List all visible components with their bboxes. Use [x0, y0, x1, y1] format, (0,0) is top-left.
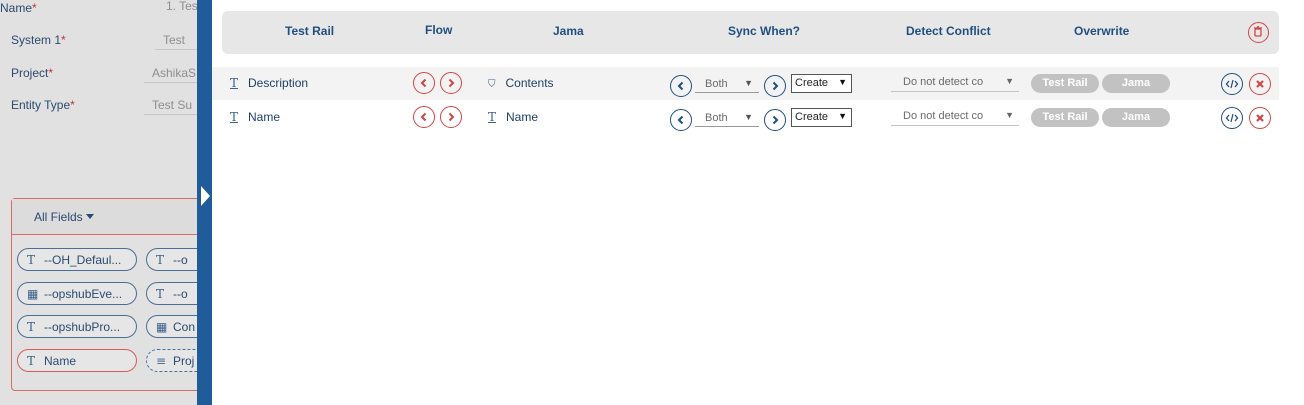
- project-label: Project*: [11, 66, 54, 80]
- header-target: Jama: [553, 24, 584, 38]
- system-label: System 1*: [11, 33, 66, 47]
- sync-right-button[interactable]: [764, 109, 786, 131]
- form-row-system: System 1* Test: [0, 30, 197, 50]
- header-source: Test Rail: [285, 24, 335, 38]
- text-field-icon: T: [27, 253, 36, 267]
- chevron-left-icon: [677, 81, 684, 91]
- chevron-right-icon: [448, 112, 455, 122]
- field-selection-panel: Name* 1. Test System 1* Test Project* As…: [0, 0, 197, 405]
- text-field-icon: T: [488, 110, 497, 124]
- list-icon: ≡: [156, 354, 167, 368]
- form-row-name: Name* 1. Test: [0, 0, 197, 20]
- fields-box: All Fields T --OH_Defaul... T --o ▦ --opshu…: [11, 198, 197, 391]
- field-pill[interactable]: ≡ Proj: [146, 349, 197, 372]
- close-icon: [1256, 80, 1264, 88]
- sync-right-button[interactable]: [764, 75, 786, 97]
- text-field-icon: T: [230, 76, 239, 90]
- sync-event-select[interactable]: Create ▼: [791, 108, 852, 127]
- calendar-icon: ▦: [156, 320, 168, 334]
- mapping-row: T Name T Name Both ▼ Create ▼ Do not detect …: [212, 101, 1279, 134]
- project-field[interactable]: AshikaS: [144, 63, 197, 83]
- trash-icon: [1254, 26, 1262, 37]
- collapse-arrow-icon[interactable]: [201, 186, 210, 206]
- name-label: Name*: [0, 1, 37, 15]
- system-field[interactable]: Test: [155, 30, 197, 50]
- field-pill[interactable]: T --opshubPro...: [17, 315, 137, 338]
- sync-left-button[interactable]: [670, 109, 692, 131]
- name-field[interactable]: 1. Test: [158, 0, 197, 16]
- source-field-cell: T Name: [230, 110, 281, 124]
- sync-direction-select[interactable]: Both ▼: [695, 73, 759, 93]
- html-field-icon: ⛉: [488, 79, 496, 90]
- sync-left-button[interactable]: [670, 75, 692, 97]
- overwrite-testrail-toggle[interactable]: Test Rail: [1031, 108, 1099, 127]
- flow-right-button[interactable]: [440, 72, 462, 94]
- flow-left-button[interactable]: [413, 72, 435, 94]
- chevron-left-icon: [420, 78, 427, 88]
- target-field-cell: ⛉ Contents: [488, 76, 554, 90]
- sync-event-select[interactable]: Create ▼: [791, 74, 852, 93]
- text-field-icon: T: [230, 110, 239, 124]
- entity-type-label: Entity Type*: [11, 98, 75, 112]
- dropdown-arrow-icon: ▼: [744, 78, 753, 88]
- fields-header: All Fields: [12, 199, 197, 235]
- field-pill-selected[interactable]: T Name: [17, 349, 137, 372]
- advanced-script-button[interactable]: [1221, 73, 1243, 95]
- remove-row-button[interactable]: [1249, 107, 1271, 129]
- panel-divider: [197, 0, 212, 405]
- chevron-right-icon: [772, 115, 779, 125]
- chevron-right-icon: [772, 81, 779, 91]
- chevron-left-icon: [420, 112, 427, 122]
- entity-type-field[interactable]: Test Su: [144, 95, 197, 115]
- field-pill[interactable]: T --o: [146, 248, 197, 271]
- text-field-icon: T: [27, 320, 36, 334]
- dropdown-arrow-icon: ▼: [838, 111, 847, 121]
- detect-conflict-select[interactable]: Do not detect co ▼: [891, 106, 1019, 126]
- chevron-right-icon: [448, 78, 455, 88]
- delete-all-button[interactable]: [1248, 22, 1269, 43]
- mapping-table-header: Test Rail Flow Jama Sync When? Detect Co…: [222, 11, 1279, 54]
- code-icon: [1225, 113, 1239, 123]
- overwrite-testrail-toggle[interactable]: Test Rail: [1031, 74, 1099, 93]
- remove-row-button[interactable]: [1249, 73, 1271, 95]
- field-pill[interactable]: ▦ --opshubEve...: [17, 282, 137, 305]
- dropdown-arrow-icon: ▼: [1005, 110, 1014, 120]
- field-pill[interactable]: T --o: [146, 282, 197, 305]
- detect-conflict-select[interactable]: Do not detect co ▼: [891, 72, 1019, 92]
- sync-direction-select[interactable]: Both ▼: [695, 107, 759, 127]
- text-field-icon: T: [27, 354, 36, 368]
- calendar-icon: ▦: [27, 287, 39, 301]
- dropdown-arrow-icon: ▼: [838, 77, 847, 87]
- all-fields-dropdown[interactable]: All Fields: [34, 210, 94, 224]
- dropdown-arrow-icon: ▼: [1005, 76, 1014, 86]
- source-field-cell: T Description: [230, 76, 309, 90]
- form-row-project: Project* AshikaS: [0, 63, 197, 83]
- header-flow: Flow: [425, 23, 453, 37]
- overwrite-jama-toggle[interactable]: Jama: [1102, 108, 1170, 127]
- header-detect-conflict: Detect Conflict: [906, 24, 991, 38]
- flow-right-button[interactable]: [440, 106, 462, 128]
- target-field-cell: T Name: [488, 110, 539, 124]
- field-pill[interactable]: T --OH_Defaul...: [17, 248, 137, 271]
- caret-down-icon: [85, 214, 94, 219]
- text-field-icon: T: [156, 253, 165, 267]
- dropdown-arrow-icon: ▼: [744, 112, 753, 122]
- flow-left-button[interactable]: [413, 106, 435, 128]
- mapping-row: T Description ⛉ Contents Both ▼ Create ▼ Do …: [212, 67, 1279, 100]
- advanced-script-button[interactable]: [1221, 107, 1243, 129]
- code-icon: [1225, 79, 1239, 89]
- form-row-entity-type: Entity Type* Test Su: [0, 95, 197, 115]
- close-icon: [1256, 114, 1264, 122]
- text-field-icon: T: [156, 287, 165, 301]
- chevron-left-icon: [677, 115, 684, 125]
- header-overwrite: Overwrite: [1074, 24, 1130, 38]
- field-pill[interactable]: ▦ Con: [146, 315, 197, 338]
- header-sync-when: Sync When?: [728, 24, 801, 38]
- overwrite-jama-toggle[interactable]: Jama: [1102, 74, 1170, 93]
